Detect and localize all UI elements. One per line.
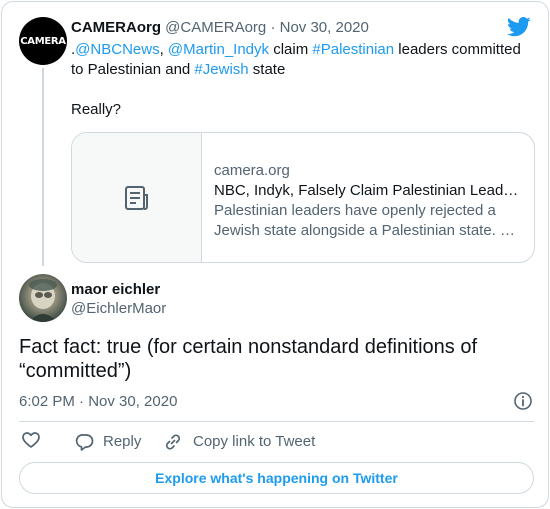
link-domain: camera.org [214, 162, 290, 179]
avatar-photo [29, 279, 57, 322]
mention-nbcnews[interactable]: @NBCNews [75, 41, 159, 58]
separator-dot: · [270, 19, 276, 36]
main-handle[interactable]: @EichlerMaor [71, 299, 166, 319]
main-avatar[interactable] [19, 274, 67, 322]
parent-handle[interactable]: @CAMERAorg [165, 19, 266, 36]
link-icon [165, 434, 181, 450]
info-icon[interactable] [513, 391, 533, 411]
reply-icon [75, 434, 94, 451]
hashtag-palestinian[interactable]: #Palestinian [312, 41, 394, 58]
thread-connector-line [42, 68, 44, 266]
reply-label: Reply [103, 433, 142, 450]
copy-link-label: Copy link to Tweet [193, 433, 316, 450]
link-preview-card[interactable]: camera.org NBC, Indyk, Falsely Claim Pal… [71, 132, 535, 263]
twitter-bird-icon[interactable] [507, 17, 531, 37]
main-text-line-1: Fact fact: true (for certain nonstandard… [19, 336, 478, 358]
divider [19, 421, 534, 422]
link-card-body: camera.org NBC, Indyk, Falsely Claim Pal… [214, 161, 524, 241]
main-text-line-2: “committed”) [19, 360, 132, 382]
like-button[interactable] [21, 430, 41, 450]
parent-tweet-header: CAMERAorg @CAMERAorg · Nov 30, 2020 [71, 18, 369, 38]
reply-button[interactable]: Reply [74, 430, 141, 454]
text-line2-start: to Palestinian and [71, 61, 195, 78]
tweet-embed-card: CAMERA CAMERAorg @CAMERAorg · Nov 30, 20… [1, 1, 549, 508]
parent-avatar[interactable]: CAMERA [19, 17, 67, 65]
avatar-logo-text: CAMERA [20, 35, 66, 47]
link-description-line-2: Jewish state alongside a Palestinian sta… [214, 222, 516, 239]
link-title: NBC, Indyk, Falsely Claim Palestinian Le… [214, 182, 524, 199]
parent-tweet-text: .@NBCNews, @Martin_Indyk claim #Palestin… [71, 40, 526, 120]
main-tweet-text: Fact fact: true (for certain nonstandard… [19, 335, 529, 383]
hashtag-jewish[interactable]: #Jewish [194, 61, 248, 78]
parent-display-name[interactable]: CAMERAorg [71, 19, 161, 36]
parent-date[interactable]: Nov 30, 2020 [280, 19, 369, 36]
text-after-hashtag: leaders committed [394, 41, 521, 58]
text-comma: , [159, 41, 164, 58]
tweet-timestamp[interactable]: 6:02 PM · Nov 30, 2020 [19, 392, 177, 412]
mention-martin-indyk[interactable]: @Martin_Indyk [168, 41, 269, 58]
heart-icon [22, 432, 40, 448]
text-claim: claim [269, 41, 313, 58]
link-thumbnail [72, 133, 202, 262]
main-display-name[interactable]: maor eichler [71, 280, 160, 300]
explore-twitter-button[interactable]: Explore what's happening on Twitter [19, 462, 534, 494]
link-description-line-1: Palestinian leaders have openly rejected… [214, 202, 496, 219]
document-icon [124, 185, 148, 210]
text-line2-end: state [248, 61, 286, 78]
copy-link-button[interactable]: Copy link to Tweet [163, 430, 315, 454]
text-really: Really? [71, 101, 122, 118]
